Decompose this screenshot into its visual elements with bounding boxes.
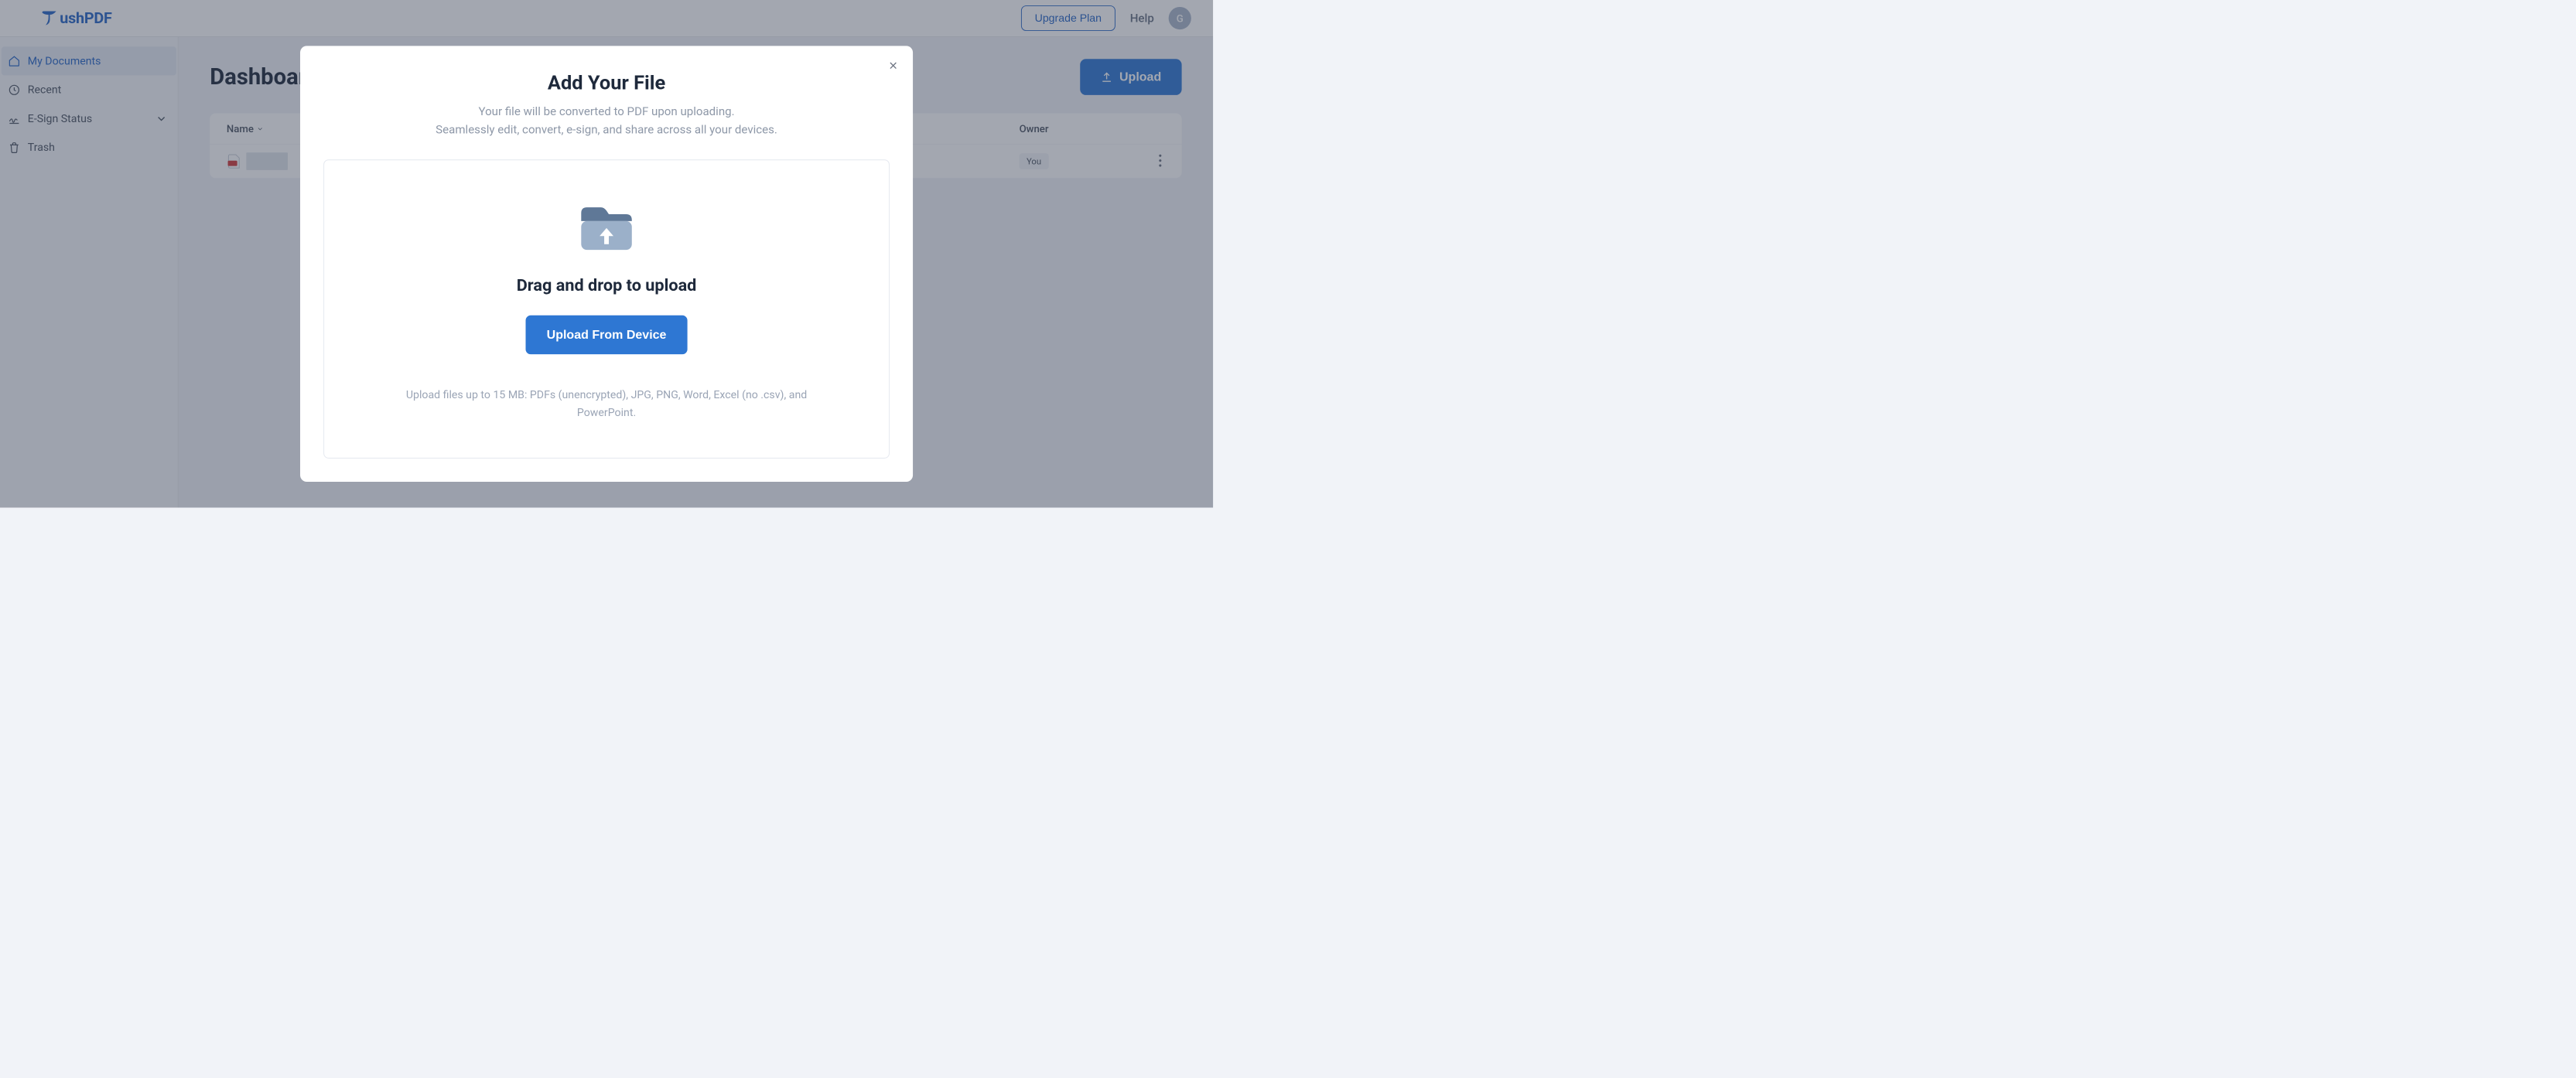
dropzone-title: Drag and drop to upload	[346, 275, 866, 295]
modal-subtitle-line2: Seamlessly edit, convert, e-sign, and sh…	[436, 122, 777, 136]
upload-from-device-button[interactable]: Upload From Device	[525, 316, 687, 354]
modal-overlay[interactable]: Add Your File Your file will be converte…	[0, 0, 1213, 507]
upload-modal: Add Your File Your file will be converte…	[300, 46, 913, 482]
dropzone[interactable]: Drag and drop to upload Upload From Devi…	[323, 159, 890, 459]
modal-close-button[interactable]	[886, 58, 900, 73]
modal-subtitle: Your file will be converted to PDF upon …	[323, 102, 890, 138]
modal-title: Add Your File	[323, 71, 890, 94]
modal-subtitle-line1: Your file will be converted to PDF upon …	[479, 104, 735, 118]
close-icon	[887, 60, 899, 71]
dropzone-note: Upload files up to 15 MB: PDFs (unencryp…	[377, 387, 835, 421]
upload-folder-icon	[578, 200, 635, 254]
